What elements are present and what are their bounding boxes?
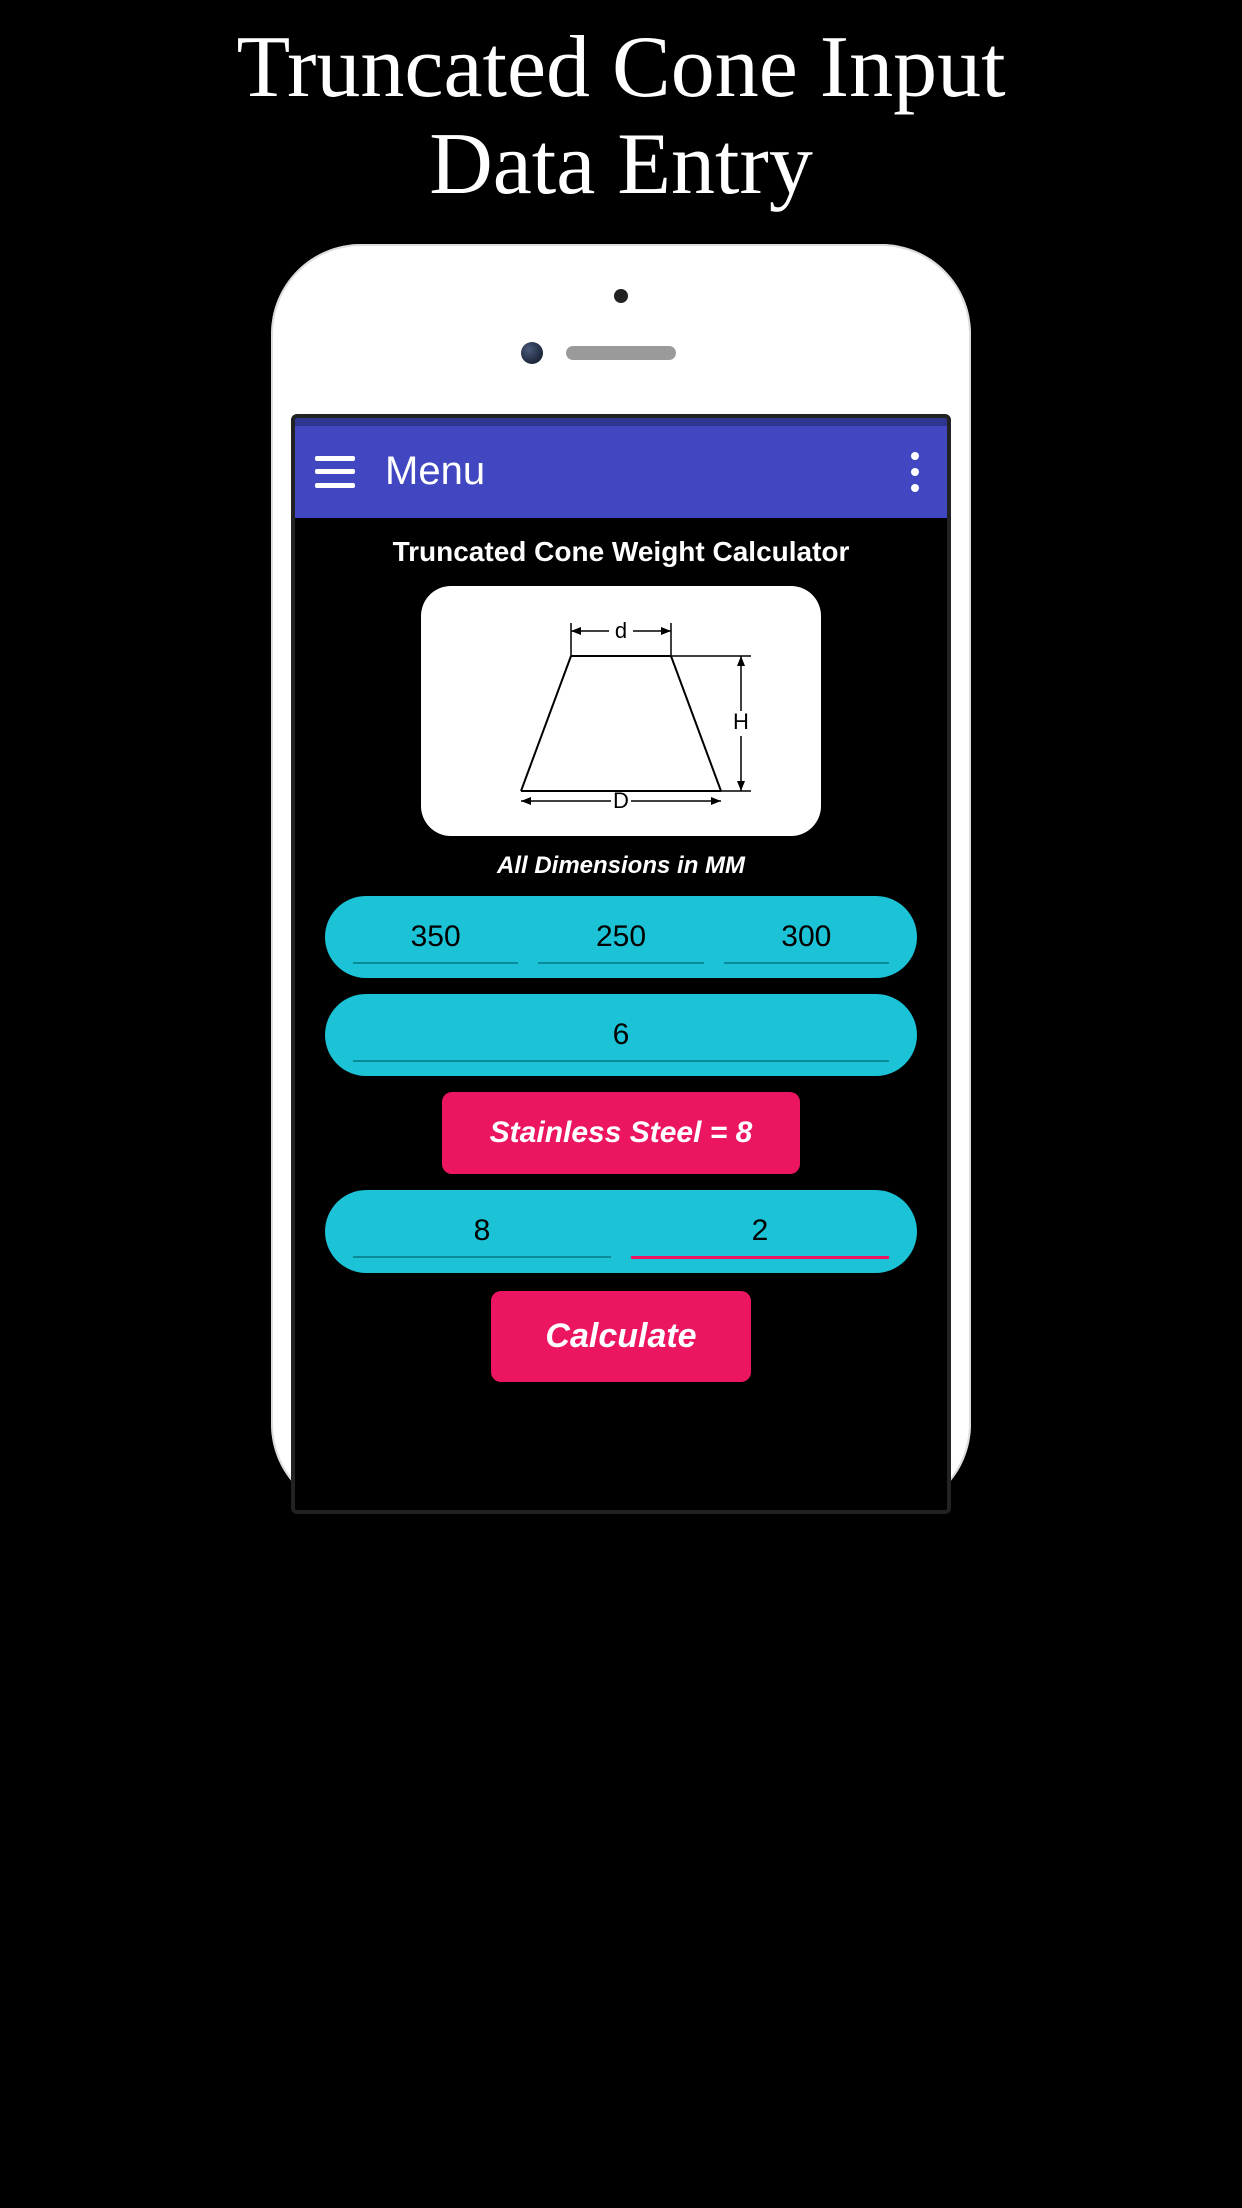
input-thickness[interactable]: [353, 1012, 889, 1062]
content-area: Truncated Cone Weight Calculator d: [295, 518, 947, 1382]
density-qty-pill: [325, 1190, 917, 1273]
input-qty[interactable]: [631, 1208, 889, 1259]
calculate-button[interactable]: Calculate: [491, 1291, 750, 1382]
section-title: Truncated Cone Weight Calculator: [393, 536, 850, 568]
app-bar: Menu: [295, 418, 947, 518]
phone-top-bezel: [291, 264, 951, 414]
app-bar-title: Menu: [385, 449, 911, 494]
diagram-big-d-label: D: [613, 788, 629, 813]
input-qty-field: [631, 1208, 889, 1259]
phone-sensor-dot: [614, 289, 628, 303]
units-note: All Dimensions in MM: [497, 852, 745, 880]
phone-camera: [521, 342, 543, 364]
diagram-d-label: d: [615, 618, 627, 643]
phone-frame: Menu Truncated Cone Weight Calculator: [271, 244, 971, 1514]
input-big-d-field: [538, 914, 703, 964]
promo-title: Truncated Cone Input Data Entry: [0, 0, 1242, 244]
dimensions-pill: [325, 896, 917, 978]
truncated-cone-svg: d D H: [441, 601, 801, 821]
input-density[interactable]: [353, 1208, 611, 1258]
phone-screen: Menu Truncated Cone Weight Calculator: [291, 414, 951, 1514]
kebab-menu-icon[interactable]: [911, 452, 919, 492]
material-select-button[interactable]: Stainless Steel = 8: [442, 1092, 801, 1174]
input-h[interactable]: [724, 914, 889, 964]
input-d-field: [353, 914, 518, 964]
input-big-d[interactable]: [538, 914, 703, 964]
input-d[interactable]: [353, 914, 518, 964]
cone-diagram: d D H: [421, 586, 821, 836]
phone-speaker: [566, 346, 676, 360]
input-density-field: [353, 1208, 611, 1259]
hamburger-icon[interactable]: [315, 456, 355, 488]
input-thickness-field: [353, 1012, 889, 1062]
thickness-pill: [325, 994, 917, 1076]
diagram-h-label: H: [733, 709, 749, 734]
input-h-field: [724, 914, 889, 964]
